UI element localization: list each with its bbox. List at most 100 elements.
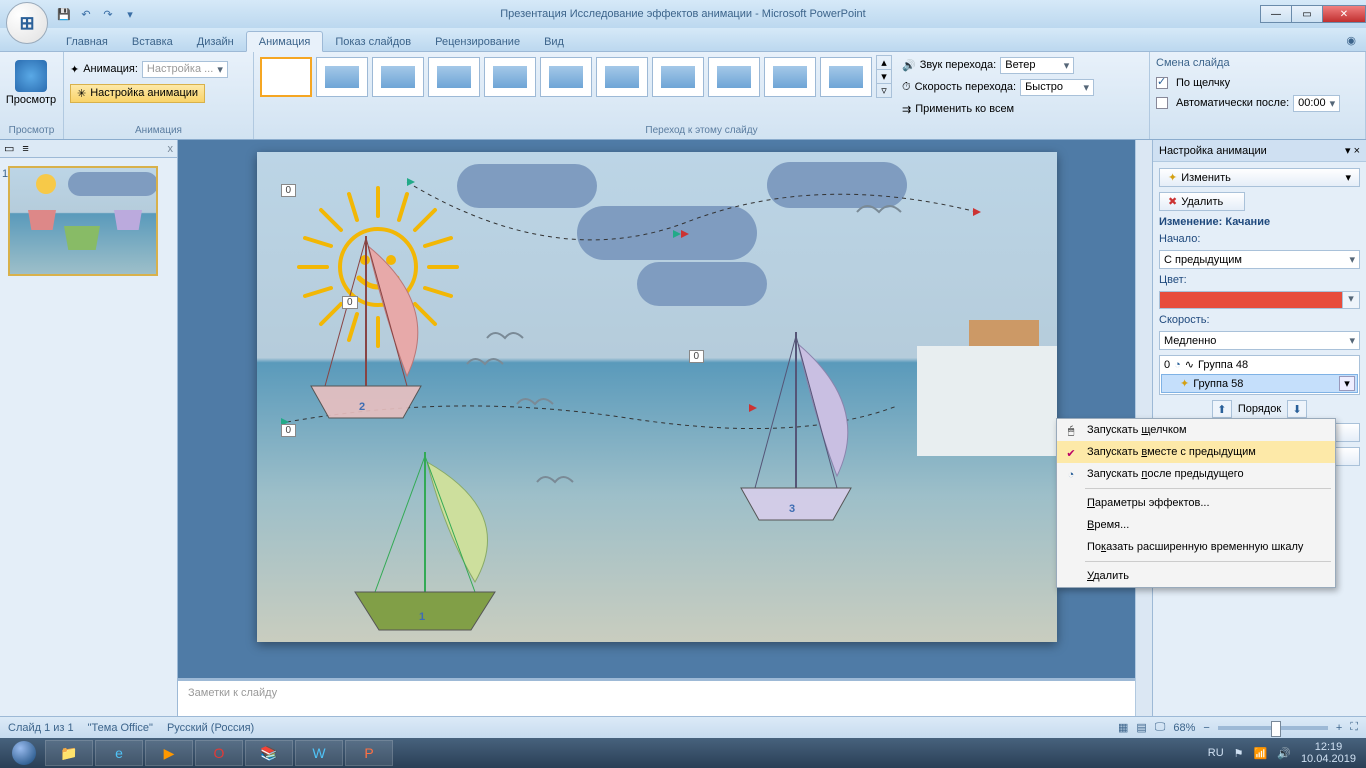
change-effect-button[interactable]: ✦ Изменить ▾ — [1159, 168, 1360, 187]
list-item[interactable]: 0 ◔ ∿ Группа 48 — [1160, 356, 1359, 373]
speed-select[interactable]: Медленно — [1159, 331, 1360, 350]
transition-item[interactable] — [316, 57, 368, 97]
list-item[interactable]: ✦ Группа 58 — [1161, 374, 1358, 393]
tab-home[interactable]: Главная — [54, 32, 120, 51]
move-up-button[interactable]: ⬆ — [1212, 400, 1232, 418]
tab-animation[interactable]: Анимация — [246, 31, 324, 52]
preview-button[interactable]: Просмотр — [6, 55, 56, 111]
slide-canvas[interactable]: 1 2 3 — [257, 152, 1057, 642]
anim-sequence-tag[interactable]: 0 — [689, 350, 705, 363]
ctx-effect-options[interactable]: Параметры эффектов... — [1057, 492, 1335, 514]
transition-item[interactable] — [764, 57, 816, 97]
slide-thumbnail-1[interactable] — [8, 166, 158, 276]
ribbon: Просмотр Просмотр ✦ Анимация: Настройка … — [0, 52, 1366, 140]
tray-language[interactable]: RU — [1208, 747, 1224, 759]
tray-action-center-icon[interactable]: ⚑ — [1234, 747, 1244, 760]
ctx-show-timeline[interactable]: Показать расширенную временную шкалу — [1057, 536, 1335, 558]
animation-list[interactable]: 0 ◔ ∿ Группа 48 ✦ Группа 58 — [1159, 355, 1360, 395]
taskbar-powerpoint[interactable]: P — [345, 740, 393, 766]
anim-sequence-tag[interactable]: 0 — [281, 424, 297, 437]
taskbar-explorer[interactable]: 📁 — [45, 740, 93, 766]
tray-network-icon[interactable]: 📶 — [1254, 747, 1268, 760]
preview-label: Просмотр — [6, 94, 56, 106]
qat-redo-icon[interactable]: ↷ — [100, 6, 116, 22]
qat-undo-icon[interactable]: ↶ — [78, 6, 94, 22]
gallery-more-icon[interactable]: ▿ — [877, 83, 891, 97]
taskbar-ie[interactable]: e — [95, 740, 143, 766]
taskbar-opera[interactable]: O — [195, 740, 243, 766]
office-button[interactable]: ⊞ — [6, 2, 48, 44]
transition-item[interactable] — [596, 57, 648, 97]
zoom-out-button[interactable]: − — [1203, 722, 1209, 734]
tray-clock[interactable]: 12:1910.04.2019 — [1301, 741, 1356, 765]
transition-item[interactable] — [540, 57, 592, 97]
remove-effect-button[interactable]: ✖ Удалить — [1159, 192, 1245, 211]
tab-insert[interactable]: Вставка — [120, 32, 185, 51]
transition-item[interactable] — [820, 57, 872, 97]
transition-item[interactable] — [708, 57, 760, 97]
animate-combo-label: Анимация: — [83, 63, 138, 75]
transition-speed-combo[interactable]: Быстро — [1020, 79, 1094, 96]
pane-close-icon[interactable]: × — [1354, 145, 1360, 157]
help-icon[interactable]: ◉ — [1336, 30, 1366, 51]
view-slideshow-icon[interactable]: 🖵 — [1155, 721, 1166, 734]
taskbar-word[interactable]: W — [295, 740, 343, 766]
color-select[interactable] — [1159, 291, 1360, 309]
transition-item[interactable] — [428, 57, 480, 97]
on-click-checkbox[interactable] — [1156, 77, 1168, 89]
view-normal-icon[interactable]: ▦ — [1118, 721, 1128, 734]
status-language[interactable]: Русский (Россия) — [167, 722, 254, 734]
tab-design[interactable]: Дизайн — [185, 32, 246, 51]
ctx-start-after-previous[interactable]: ◔Запускать после предыдущего — [1057, 463, 1335, 485]
zoom-slider[interactable] — [1218, 726, 1328, 730]
tab-review[interactable]: Рецензирование — [423, 32, 532, 51]
gallery-up-icon[interactable]: ▴ — [877, 56, 891, 69]
animate-combo[interactable]: Настройка ... — [142, 61, 228, 78]
transition-item[interactable] — [652, 57, 704, 97]
auto-after-label: Автоматически после: — [1176, 97, 1289, 109]
transition-item[interactable] — [372, 57, 424, 97]
gallery-down-icon[interactable]: ▾ — [877, 69, 891, 83]
custom-animation-button[interactable]: ✳ Настройка анимации — [70, 84, 205, 103]
anim-sequence-tag[interactable]: 0 — [281, 184, 297, 197]
tray-volume-icon[interactable]: 🔊 — [1277, 747, 1291, 760]
transition-gallery[interactable]: ▴ ▾ ▿ — [260, 55, 892, 98]
group-label-transition: Переход к этому слайду — [260, 125, 1143, 138]
transition-none[interactable] — [260, 57, 312, 97]
tab-view[interactable]: Вид — [532, 32, 576, 51]
transition-speed-label: Скорость перехода: — [915, 81, 1016, 93]
ctx-timing[interactable]: Время... — [1057, 514, 1335, 536]
view-sorter-icon[interactable]: ▤ — [1136, 721, 1146, 734]
apply-to-all-button[interactable]: ⇉Применить ко всем — [902, 103, 1014, 116]
title-bar: ⊞ 💾 ↶ ↷ ▾ Презентация Исследование эффек… — [0, 0, 1366, 28]
auto-after-time[interactable]: 00:00 — [1293, 95, 1340, 112]
start-select[interactable]: С предыдущим — [1159, 250, 1360, 269]
tab-slideshow[interactable]: Показ слайдов — [323, 32, 423, 51]
window-title: Презентация Исследование эффектов анимац… — [0, 8, 1366, 20]
transition-item[interactable] — [484, 57, 536, 97]
zoom-percent[interactable]: 68% — [1173, 722, 1195, 734]
auto-after-checkbox[interactable] — [1156, 97, 1168, 109]
panel-close-icon[interactable]: x — [168, 143, 174, 155]
minimize-button[interactable]: — — [1260, 5, 1292, 23]
outline-tab-icon[interactable]: ≡ — [22, 143, 28, 155]
qat-save-icon[interactable]: 💾 — [56, 6, 72, 22]
qat-more-icon[interactable]: ▾ — [122, 6, 138, 22]
anim-sequence-tag[interactable]: 0 — [342, 296, 358, 309]
ctx-remove[interactable]: Удалить — [1057, 565, 1335, 587]
slides-tab-icon[interactable]: ▭ — [4, 142, 14, 155]
transition-sound-combo[interactable]: Ветер — [1000, 57, 1074, 74]
ctx-start-on-click[interactable]: 🖱Запускать щелчком — [1057, 419, 1335, 441]
move-down-button[interactable]: ⬇ — [1287, 400, 1307, 418]
zoom-in-button[interactable]: + — [1336, 722, 1342, 734]
pane-menu-icon[interactable]: ▾ — [1345, 145, 1351, 157]
fit-window-icon[interactable]: ⛶ — [1350, 721, 1358, 734]
start-button[interactable] — [4, 739, 44, 767]
maximize-button[interactable]: ▭ — [1291, 5, 1323, 23]
ctx-start-with-previous[interactable]: ✔Запускать вместе с предыдущим — [1057, 441, 1335, 463]
taskbar-wmp[interactable]: ▶ — [145, 740, 193, 766]
taskbar-winrar[interactable]: 📚 — [245, 740, 293, 766]
anim-pane-title: Настройка анимации — [1159, 145, 1267, 157]
anim-item-name: Группа 58 — [1193, 378, 1243, 390]
close-button[interactable]: ✕ — [1322, 5, 1366, 23]
